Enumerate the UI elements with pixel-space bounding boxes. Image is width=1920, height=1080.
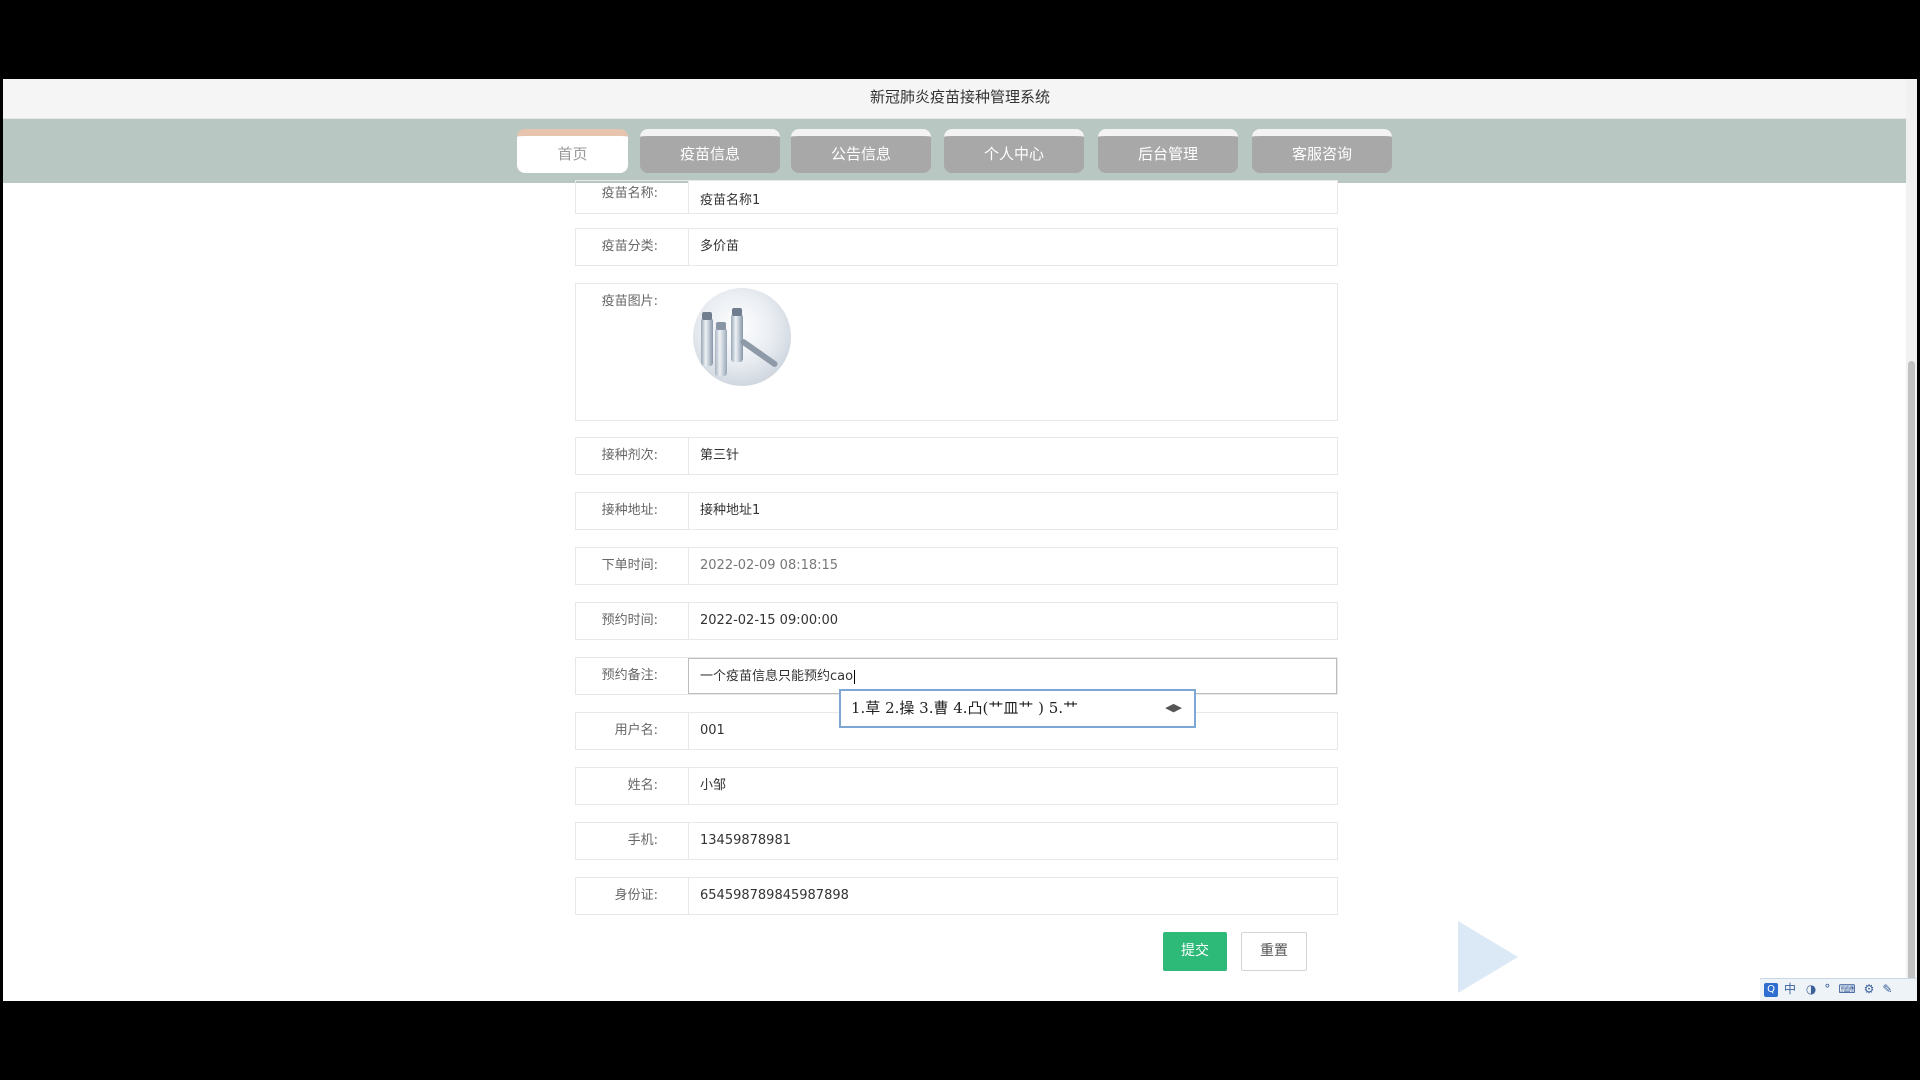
row-vaccine-category: 疫苗分类: 多价苗 (575, 228, 1338, 266)
submit-button[interactable]: 提交 (1163, 932, 1227, 971)
vaccine-category-label: 疫苗分类: (601, 239, 658, 254)
dose-field[interactable]: 第三针 (688, 438, 1337, 474)
text-caret (854, 669, 856, 684)
browser-viewport: 新冠肺炎疫苗接种管理系统 首页 疫苗信息 公告信息 个人中心 后台管理 客服咨询… (3, 79, 1917, 1001)
row-id-card: 身份证: 654598789845987898 (575, 877, 1338, 915)
address-label: 接种地址: (601, 503, 658, 518)
tab-personal-center[interactable]: 个人中心 (944, 129, 1084, 173)
tab-announcements[interactable]: 公告信息 (791, 129, 931, 173)
syringe-shape (739, 337, 779, 369)
tab-vaccine-info[interactable]: 疫苗信息 (640, 129, 780, 173)
page-title: 新冠肺炎疫苗接种管理系统 (3, 79, 1917, 119)
row-name: 姓名: 小邹 (575, 767, 1338, 805)
phone-label: 手机: (627, 833, 658, 848)
order-time-label: 下单时间: (601, 558, 658, 573)
vaccine-category-field[interactable]: 多价苗 (688, 229, 1337, 265)
appointment-time-field[interactable]: 2022-02-15 09:00:00 (688, 603, 1337, 639)
ime-candidates[interactable]: 1.草 2.操 3.曹 4.凸(艹皿艹 ) 5.艹 (851, 699, 1078, 717)
ime-logo-icon[interactable]: Q (1764, 982, 1778, 997)
ime-tools-icon[interactable]: ◑°⌨⚙✎ (1806, 982, 1901, 996)
vial-shape (731, 308, 743, 362)
reset-button[interactable]: 重置 (1241, 932, 1307, 971)
name-field[interactable]: 小邹 (688, 768, 1337, 804)
tab-customer-service[interactable]: 客服咨询 (1252, 129, 1392, 173)
row-phone: 手机: 13459878981 (575, 822, 1338, 860)
username-label: 用户名: (614, 723, 658, 738)
ime-toolbar[interactable]: Q中 ◑°⌨⚙✎ (1760, 978, 1917, 1001)
tab-admin[interactable]: 后台管理 (1098, 129, 1238, 173)
main-nav: 首页 疫苗信息 公告信息 个人中心 后台管理 客服咨询 (3, 119, 1906, 183)
phone-field[interactable]: 13459878981 (688, 823, 1337, 859)
dose-label: 接种剂次: (601, 448, 658, 463)
address-field[interactable]: 接种地址1 (688, 493, 1337, 529)
vaccine-name-field[interactable]: 疫苗名称1 (688, 181, 1337, 213)
vaccine-name-label: 疫苗名称: (601, 186, 658, 201)
vial-shape (715, 322, 727, 376)
ime-mode[interactable]: 中 (1784, 982, 1796, 996)
ime-page-arrows-icon[interactable]: ◀▶ (1165, 691, 1182, 725)
row-vaccine-name: 疫苗名称: 疫苗名称1 (575, 180, 1338, 214)
row-dose: 接种剂次: 第三针 (575, 437, 1338, 475)
remark-label: 预约备注: (601, 668, 658, 683)
tab-home[interactable]: 首页 (517, 129, 628, 173)
page-scrollbar[interactable] (1906, 79, 1917, 1001)
appointment-time-label: 预约时间: (601, 613, 658, 628)
row-order-time: 下单时间: 2022-02-09 08:18:15 (575, 547, 1338, 585)
id-card-label: 身份证: (614, 888, 658, 903)
order-time-field: 2022-02-09 08:18:15 (688, 548, 1337, 584)
vaccine-image (693, 288, 791, 386)
play-watermark-icon (1458, 921, 1518, 993)
vial-shape (701, 312, 713, 366)
id-card-field[interactable]: 654598789845987898 (688, 878, 1337, 914)
row-appointment-time: 预约时间: 2022-02-15 09:00:00 (575, 602, 1338, 640)
ime-candidate-popup[interactable]: 1.草 2.操 3.曹 4.凸(艹皿艹 ) 5.艹 ◀▶ (839, 689, 1196, 728)
name-label: 姓名: (627, 778, 658, 793)
row-vaccine-image: 疫苗图片: (575, 283, 1338, 421)
scrollbar-thumb[interactable] (1908, 361, 1915, 1001)
vaccine-image-label: 疫苗图片: (601, 294, 658, 309)
remark-text: 一个疫苗信息只能预约cao (700, 669, 854, 684)
row-address: 接种地址: 接种地址1 (575, 492, 1338, 530)
